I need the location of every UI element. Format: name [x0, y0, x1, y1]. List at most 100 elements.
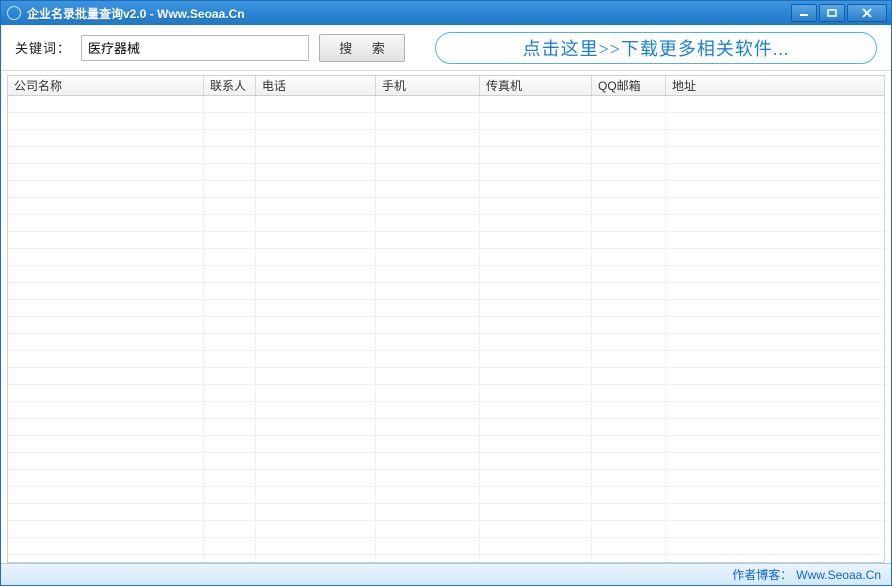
table-cell: [666, 436, 884, 452]
table-cell: [376, 113, 480, 129]
table-cell: [376, 266, 480, 282]
table-cell: [256, 266, 376, 282]
table-cell: [376, 453, 480, 469]
table-cell: [8, 249, 204, 265]
column-qqmail[interactable]: QQ邮箱: [592, 76, 666, 95]
table-row[interactable]: [8, 436, 884, 453]
toolbar: 关键词： 搜 索 点击这里>>下载更多相关软件...: [1, 25, 891, 71]
column-company[interactable]: 公司名称: [8, 76, 204, 95]
keyword-input[interactable]: [81, 35, 309, 61]
table-row[interactable]: [8, 521, 884, 538]
table-row[interactable]: [8, 164, 884, 181]
author-blog-link[interactable]: Www.Seoaa.Cn: [796, 568, 881, 582]
table-row[interactable]: [8, 317, 884, 334]
table-row[interactable]: [8, 283, 884, 300]
table-cell: [204, 317, 256, 333]
table-row[interactable]: [8, 453, 884, 470]
table-cell: [204, 215, 256, 231]
close-button[interactable]: [847, 4, 887, 22]
table-cell: [256, 96, 376, 112]
table-cell: [480, 487, 592, 503]
table-cell: [666, 232, 884, 248]
table-cell: [666, 181, 884, 197]
statusbar: 作者博客： Www.Seoaa.Cn: [1, 563, 891, 585]
table-cell: [204, 130, 256, 146]
table-cell: [592, 113, 666, 129]
table-row[interactable]: [8, 538, 884, 555]
table-row[interactable]: [8, 147, 884, 164]
app-window: 企业名录批量查询v2.0 - Www.Seoaa.Cn 关键词： 搜 索 点击这…: [0, 0, 892, 586]
table-cell: [256, 385, 376, 401]
table-cell: [666, 96, 884, 112]
table-cell: [592, 555, 666, 562]
table-cell: [480, 96, 592, 112]
table-row[interactable]: [8, 96, 884, 113]
table-row[interactable]: [8, 266, 884, 283]
table-cell: [376, 300, 480, 316]
search-button[interactable]: 搜 索: [319, 34, 405, 62]
table-row[interactable]: [8, 334, 884, 351]
download-link[interactable]: 点击这里>>下载更多相关软件...: [435, 32, 877, 64]
table-cell: [8, 317, 204, 333]
table-row[interactable]: [8, 130, 884, 147]
table-row[interactable]: [8, 402, 884, 419]
table-row[interactable]: [8, 113, 884, 130]
table-row[interactable]: [8, 300, 884, 317]
table-cell: [480, 436, 592, 452]
table-header: 公司名称 联系人 电话 手机 传真机 QQ邮箱 地址: [8, 76, 884, 96]
table-cell: [376, 538, 480, 554]
table-cell: [204, 147, 256, 163]
table-cell: [666, 487, 884, 503]
table-row[interactable]: [8, 555, 884, 562]
table-row[interactable]: [8, 215, 884, 232]
column-contact[interactable]: 联系人: [204, 76, 256, 95]
table-cell: [592, 198, 666, 214]
table-cell: [256, 181, 376, 197]
table-row[interactable]: [8, 419, 884, 436]
table-cell: [592, 487, 666, 503]
table-cell: [592, 470, 666, 486]
table-cell: [204, 351, 256, 367]
table-cell: [8, 300, 204, 316]
header-scrollbar-spacer: [868, 76, 884, 95]
table-row[interactable]: [8, 181, 884, 198]
table-cell: [204, 266, 256, 282]
minimize-icon: [799, 9, 809, 17]
table-row[interactable]: [8, 385, 884, 402]
table-row[interactable]: [8, 249, 884, 266]
table-body[interactable]: [8, 96, 884, 562]
table-cell: [376, 198, 480, 214]
table-row[interactable]: [8, 487, 884, 504]
table-row[interactable]: [8, 198, 884, 215]
table-cell: [480, 368, 592, 384]
table-cell: [666, 368, 884, 384]
table-cell: [666, 419, 884, 435]
table-row[interactable]: [8, 368, 884, 385]
column-mobile[interactable]: 手机: [376, 76, 480, 95]
column-address[interactable]: 地址: [666, 76, 868, 95]
table-row[interactable]: [8, 504, 884, 521]
table-cell: [480, 283, 592, 299]
table-cell: [204, 470, 256, 486]
table-row[interactable]: [8, 232, 884, 249]
table-cell: [8, 402, 204, 418]
table-cell: [8, 215, 204, 231]
table-cell: [256, 249, 376, 265]
table-cell: [204, 453, 256, 469]
table-row[interactable]: [8, 470, 884, 487]
column-phone[interactable]: 电话: [256, 76, 376, 95]
table-cell: [376, 232, 480, 248]
table-cell: [8, 555, 204, 562]
titlebar[interactable]: 企业名录批量查询v2.0 - Www.Seoaa.Cn: [1, 1, 891, 25]
maximize-button[interactable]: [819, 4, 845, 22]
table-row[interactable]: [8, 351, 884, 368]
table-cell: [256, 470, 376, 486]
table-cell: [256, 436, 376, 452]
table-cell: [376, 147, 480, 163]
table-cell: [376, 130, 480, 146]
table-cell: [376, 504, 480, 520]
table-cell: [8, 147, 204, 163]
minimize-button[interactable]: [791, 4, 817, 22]
column-fax[interactable]: 传真机: [480, 76, 592, 95]
table-cell: [8, 96, 204, 112]
